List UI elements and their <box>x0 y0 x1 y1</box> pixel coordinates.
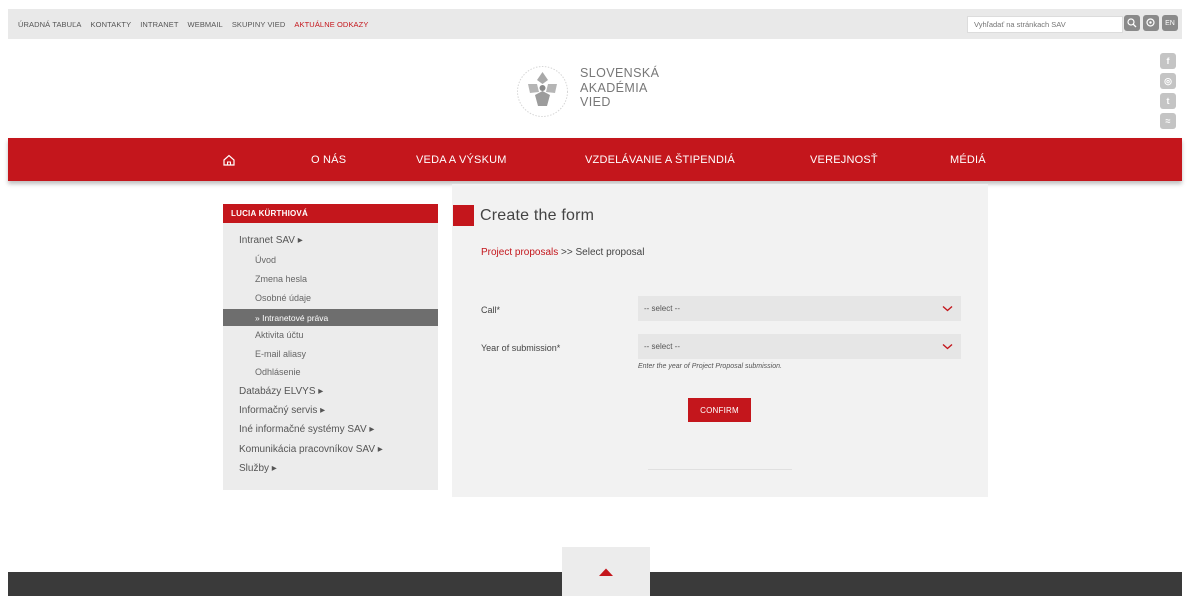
top-link-webmail[interactable]: WEBMAIL <box>188 20 223 29</box>
sidebar-item-aktivita-uctu[interactable]: Aktivita účtu <box>255 330 304 340</box>
sidebar-item-odhlasenie[interactable]: Odhlásenie <box>255 367 301 377</box>
sav-logo[interactable] <box>515 64 570 119</box>
sidebar-item-informacny-servis[interactable]: Informačný servis ▸ <box>239 405 325 416</box>
chevron-down-icon <box>942 305 953 312</box>
top-link-kontakty[interactable]: KONTAKTY <box>91 20 132 29</box>
search-icon <box>1127 18 1137 28</box>
nav-media[interactable]: MÉDIÁ <box>950 138 986 181</box>
top-bar: ÚRADNÁ TABUĽA KONTAKTY INTRANET WEBMAIL … <box>8 9 1182 39</box>
search-input[interactable] <box>967 16 1123 33</box>
sidebar-item-ine-systemy[interactable]: Iné informačné systémy SAV ▸ <box>239 424 374 435</box>
sidebar-user[interactable]: LUCIA KÜRTHIOVÁ <box>223 204 438 223</box>
search-button[interactable] <box>1124 15 1140 31</box>
divider <box>648 469 792 470</box>
top-link-uradna-tabula[interactable]: ÚRADNÁ TABUĽA <box>18 20 82 29</box>
nav-o-nas[interactable]: O NÁS <box>311 138 346 181</box>
nav-verejnost[interactable]: VEREJNOSŤ <box>810 138 878 181</box>
sidebar-item-databazy-elvys[interactable]: Databázy ELVYS ▸ <box>239 386 323 397</box>
top-link-aktualne-odkazy[interactable]: AKTUÁLNE ODKAZY <box>294 20 368 29</box>
sidebar-item-intranetove-prava[interactable]: » Intranetové práva <box>223 309 438 326</box>
language-label: EN <box>1165 19 1175 27</box>
twitter-icon: t <box>1166 96 1170 106</box>
facebook-button[interactable]: f <box>1160 53 1176 69</box>
nav-home[interactable] <box>222 138 236 181</box>
accessibility-search-button[interactable] <box>1143 15 1159 31</box>
top-links: ÚRADNÁ TABUĽA KONTAKTY INTRANET WEBMAIL … <box>18 9 368 39</box>
rss-button[interactable]: ≈ <box>1160 113 1176 129</box>
rss-icon: ≈ <box>1165 116 1171 126</box>
breadcrumb-project-proposals[interactable]: Project proposals <box>481 247 558 258</box>
sidebar-item-komunikacia[interactable]: Komunikácia pracovníkov SAV ▸ <box>239 444 383 455</box>
sidebar-item-intranet-sav[interactable]: Intranet SAV ▸ <box>239 235 303 246</box>
zoom-icon <box>1146 18 1155 27</box>
scroll-to-top-button[interactable] <box>562 547 650 596</box>
call-select[interactable]: -- select -- <box>638 296 961 321</box>
language-button[interactable]: EN <box>1162 15 1178 31</box>
sidebar-item-osobne-udaje[interactable]: Osobné údaje <box>255 293 311 303</box>
year-label: Year of submission* <box>481 343 561 353</box>
logo-line-2: AKADÉMIA <box>580 80 648 95</box>
logo-line-1: SLOVENSKÁ <box>580 66 660 80</box>
year-hint: Enter the year of Project Proposal submi… <box>638 363 782 370</box>
logo-line-3: VIED <box>580 95 611 109</box>
home-icon <box>223 154 235 166</box>
instagram-button[interactable]: ◎ <box>1160 73 1176 89</box>
year-select[interactable]: -- select -- <box>638 334 961 359</box>
sidebar-item-uvod[interactable]: Úvod <box>255 255 276 265</box>
nav-vzdelavanie[interactable]: VZDELÁVANIE A ŠTIPENDIÁ <box>585 138 735 181</box>
call-select-value: -- select -- <box>644 304 680 313</box>
sidebar-item-email-aliasy[interactable]: E-mail aliasy <box>255 349 306 359</box>
page-title: Create the form <box>480 207 595 224</box>
logo-text[interactable]: SLOVENSKÁ AKADÉMIA VIED <box>580 66 659 110</box>
call-label: Call* <box>481 305 501 315</box>
sav-emblem-icon <box>517 66 568 117</box>
breadcrumb-current: >> Select proposal <box>558 247 645 258</box>
main-nav: O NÁS VEDA A VÝSKUM VZDELÁVANIE A ŠTIPEN… <box>8 138 1182 181</box>
title-marker <box>453 205 474 226</box>
page: ÚRADNÁ TABUĽA KONTAKTY INTRANET WEBMAIL … <box>0 0 1190 596</box>
twitter-button[interactable]: t <box>1160 93 1176 109</box>
sidebar-item-sluzby[interactable]: Služby ▸ <box>239 463 277 474</box>
top-link-intranet[interactable]: INTRANET <box>140 20 178 29</box>
breadcrumb: Project proposals >> Select proposal <box>481 247 644 258</box>
confirm-button[interactable]: CONFIRM <box>688 398 751 422</box>
sidebar-item-zmena-hesla[interactable]: Zmena hesla <box>255 274 307 284</box>
top-link-skupiny-vied[interactable]: SKUPINY VIED <box>232 20 286 29</box>
chevron-down-icon <box>942 343 953 350</box>
facebook-icon: f <box>1166 56 1170 66</box>
instagram-icon: ◎ <box>1164 75 1172 86</box>
nav-veda-a-vyskum[interactable]: VEDA A VÝSKUM <box>416 138 507 181</box>
arrow-up-icon <box>599 568 613 576</box>
sidebar: LUCIA KÜRTHIOVÁ Intranet SAV ▸ Úvod Zmen… <box>223 204 438 490</box>
year-select-value: -- select -- <box>644 342 680 351</box>
